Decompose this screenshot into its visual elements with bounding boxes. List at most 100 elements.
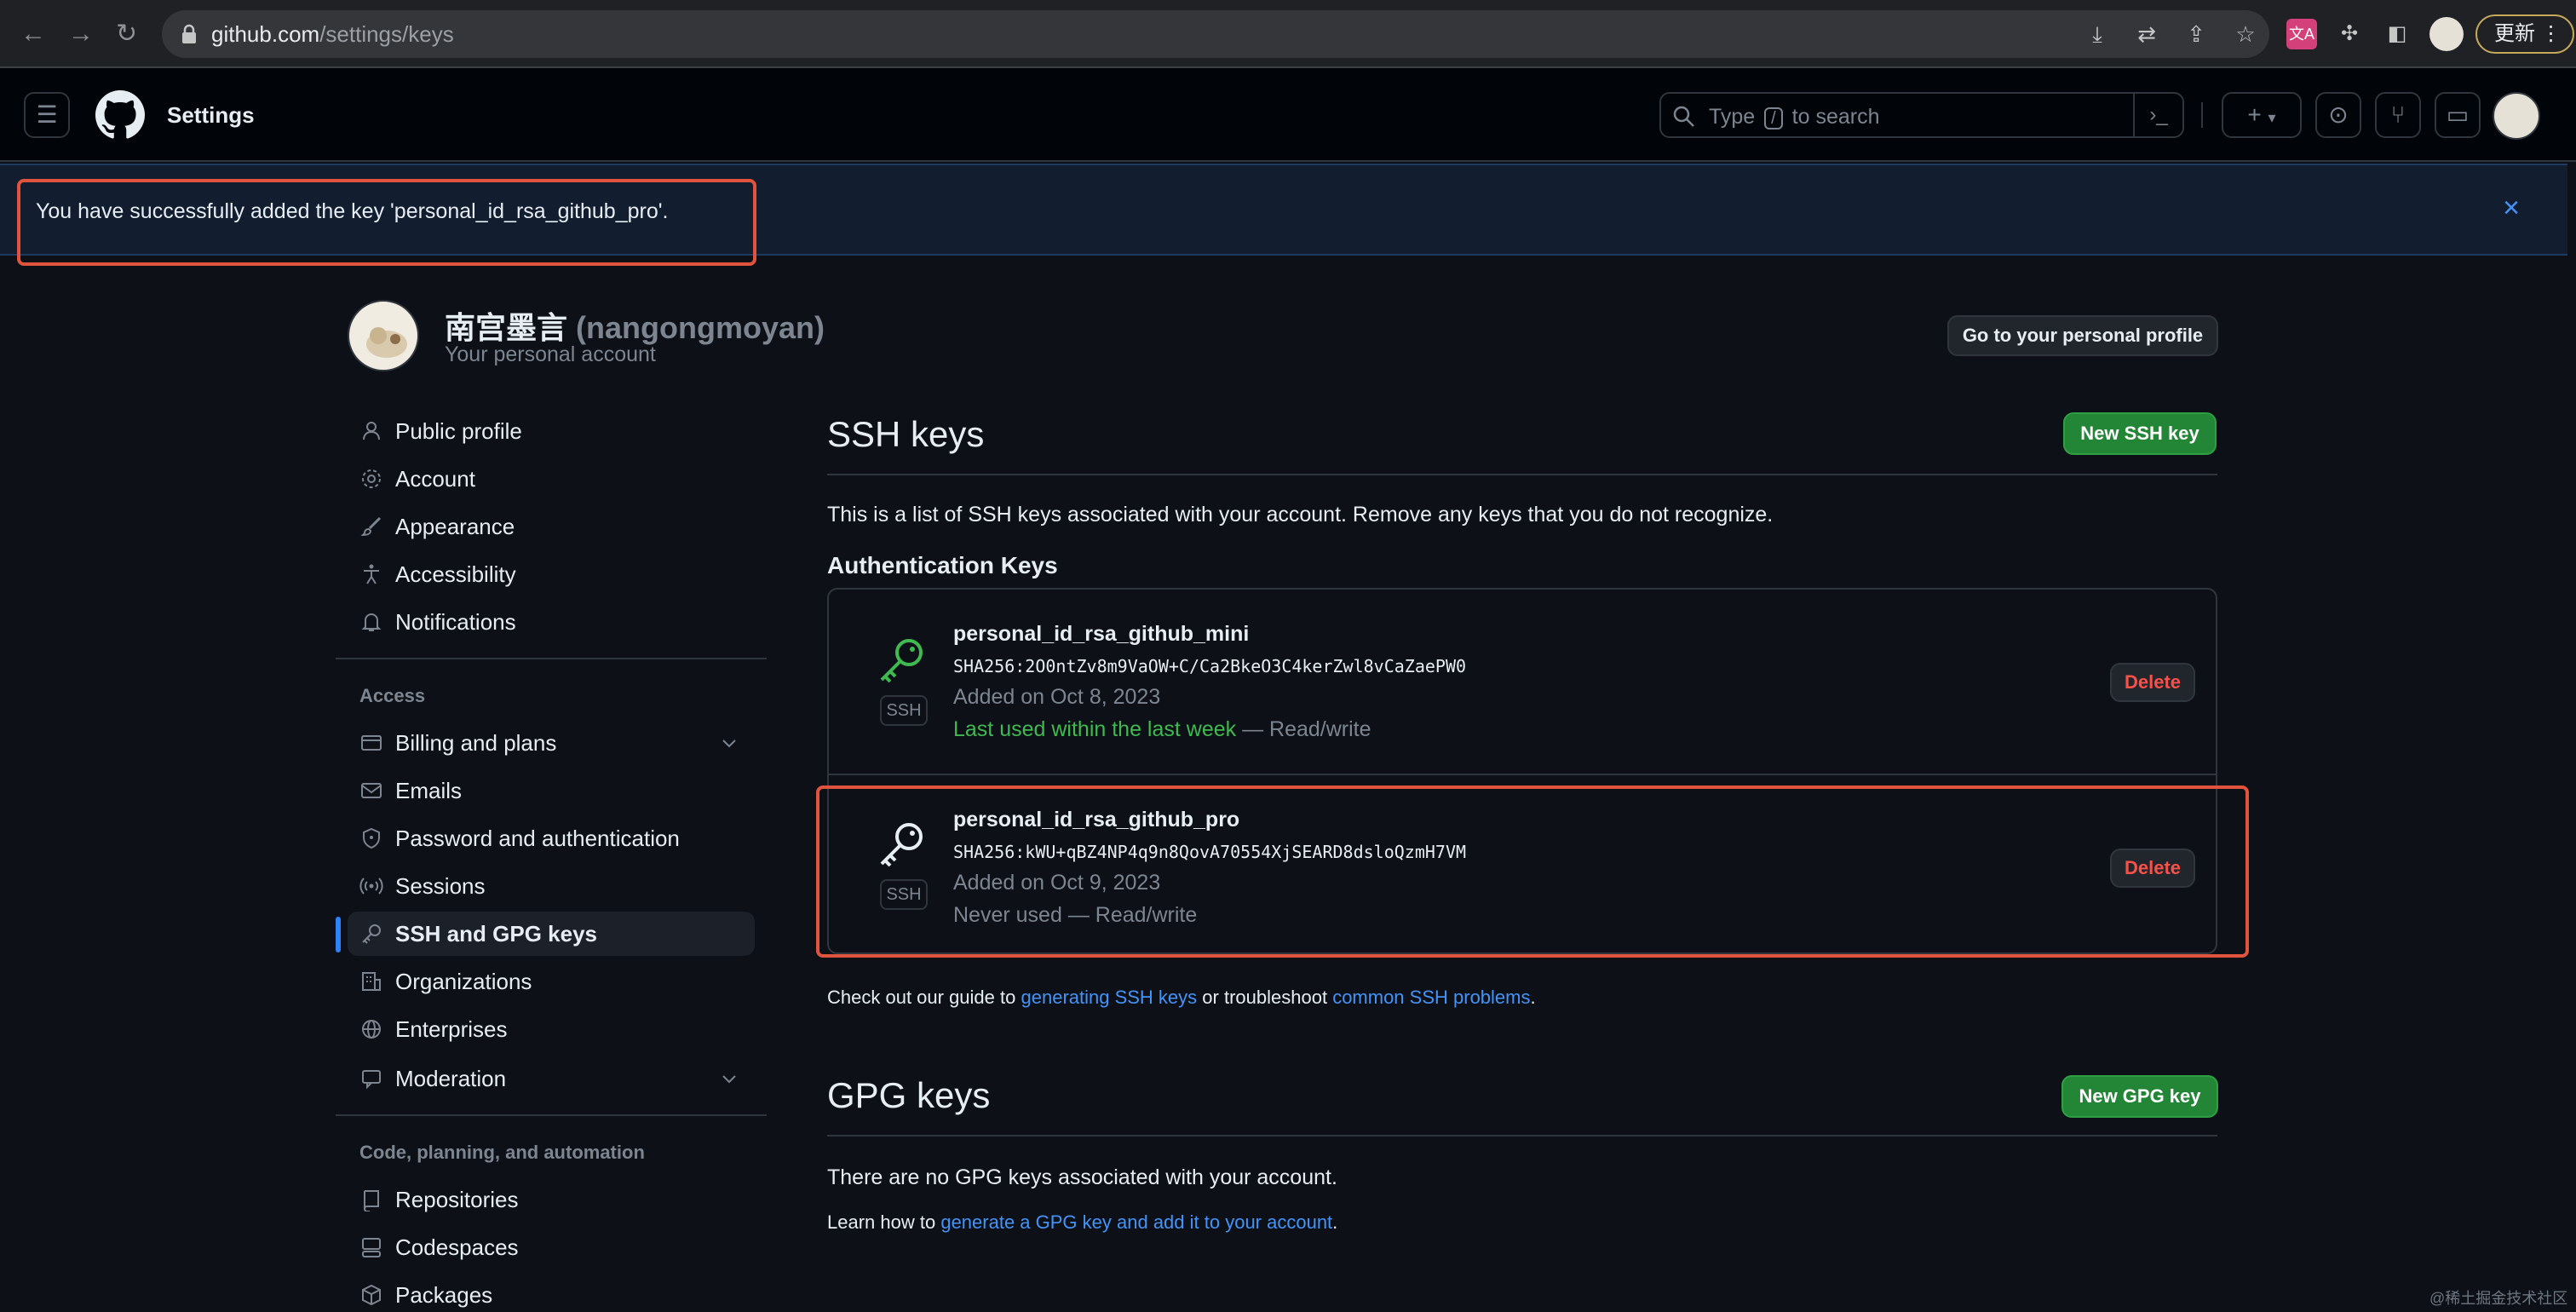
delete-ssh-key-button[interactable]: Delete: [2110, 663, 2195, 702]
username: (nangongmoyan): [576, 310, 825, 345]
ssh-keys-heading: SSH keys: [827, 414, 985, 454]
generate-gpg-key-link[interactable]: generate a GPG key and add it to your ac…: [940, 1211, 1332, 1233]
chevron-down-icon: [722, 1075, 736, 1084]
sidebar-item-moderation[interactable]: Moderation: [348, 1056, 755, 1101]
key-icon: [880, 823, 923, 867]
common-ssh-problems-link[interactable]: common SSH problems: [1332, 987, 1530, 1008]
hamburger-menu-icon[interactable]: ☰: [24, 92, 70, 138]
close-icon[interactable]: ×: [2494, 191, 2528, 225]
translate-icon[interactable]: ⇄: [2133, 20, 2160, 48]
extensions-puzzle-icon[interactable]: ✣: [2334, 19, 2365, 49]
sidebar-item-appearance[interactable]: Appearance: [348, 504, 755, 549]
search-input[interactable]: Type / to search ›_: [1659, 92, 2184, 138]
ssh-key-name: personal_id_rsa_github_pro: [953, 808, 1240, 832]
profile-avatar: [348, 300, 419, 371]
user-avatar[interactable]: [2493, 92, 2540, 140]
reload-icon[interactable]: ↻: [116, 17, 137, 51]
inbox-icon[interactable]: ▭: [2435, 92, 2481, 138]
ssh-key-fingerprint: SHA256:kWU+qBZ4NP4q9n8QovA70554XjSEARD8d…: [953, 842, 1467, 862]
gpg-keys-heading: GPG keys: [827, 1075, 991, 1115]
sidebar-item-label: Billing and plans: [395, 730, 557, 756]
sidebar-item-label: SSH and GPG keys: [395, 921, 597, 947]
delete-ssh-key-button[interactable]: Delete: [2110, 849, 2195, 888]
sidebar-item-emails[interactable]: Emails: [348, 768, 755, 813]
browser-profile-avatar[interactable]: [2429, 17, 2464, 51]
sidebar-item-accessibility[interactable]: Accessibility: [348, 552, 755, 596]
issues-icon[interactable]: ⊙: [2315, 92, 2361, 138]
sidebar-item-label: Organizations: [395, 969, 532, 994]
sidebar-item-label: Codespaces: [395, 1234, 519, 1260]
lock-icon: [182, 24, 196, 43]
ssh-key-last-used: Never used: [953, 903, 1062, 927]
back-icon[interactable]: ←: [20, 17, 46, 51]
search-placeholder-prefix: Type: [1709, 105, 1756, 129]
ssh-key-item: SSH personal_id_rsa_github_mini SHA256:2…: [829, 590, 2216, 774]
sidebar-heading-access: Access: [359, 685, 426, 706]
profile-name: 南宫墨言 (nangongmoyan): [445, 303, 825, 348]
forward-icon[interactable]: →: [68, 17, 94, 51]
display-name: 南宫墨言: [445, 310, 568, 345]
mail-icon: [361, 783, 382, 798]
sidebar-item-label: Moderation: [395, 1066, 507, 1091]
new-gpg-key-button[interactable]: New GPG key: [2061, 1075, 2218, 1118]
broadcast-icon: [359, 878, 383, 895]
install-icon[interactable]: ⤓: [2084, 20, 2111, 48]
active-indicator: [336, 917, 341, 952]
side-panel-icon[interactable]: ◧: [2382, 19, 2412, 49]
sidebar-divider: [336, 658, 767, 659]
chevron-down-icon: [722, 739, 736, 748]
ssh-section-divider: [827, 474, 2217, 475]
generating-ssh-keys-link[interactable]: generating SSH keys: [1021, 987, 1198, 1008]
sidebar-item-organizations[interactable]: Organizations: [348, 959, 755, 1004]
ssh-key-usage: Last used within the last week — Read/wr…: [953, 717, 1371, 742]
sidebar-item-ssh-gpg-keys[interactable]: SSH and GPG keys: [348, 912, 755, 956]
moderation-icon: [362, 1070, 381, 1090]
ssh-key-name: personal_id_rsa_github_mini: [953, 622, 1250, 646]
address-bar[interactable]: github.com/settings/keys ⤓ ⇄ ⇪ ☆: [162, 10, 2269, 58]
sidebar-item-repositories[interactable]: Repositories: [348, 1177, 755, 1222]
sidebar-item-account[interactable]: Account: [348, 457, 755, 501]
guide-middle: or troubleshoot: [1202, 987, 1328, 1008]
go-to-profile-button[interactable]: Go to your personal profile: [1947, 315, 2218, 356]
ssh-key-access: — Read/write: [1067, 903, 1198, 927]
ssh-key-item: SSH personal_id_rsa_github_pro SHA256:kW…: [829, 774, 2216, 958]
profile-subtitle: Your personal account: [445, 342, 656, 366]
extension-translate-icon[interactable]: 文A: [2286, 19, 2317, 49]
ssh-key-added-date: Added on Oct 9, 2023: [953, 871, 1161, 895]
repo-icon: [364, 1190, 379, 1211]
gpg-section-divider: [827, 1135, 2217, 1136]
github-logo-icon[interactable]: [95, 90, 145, 140]
package-icon: [362, 1284, 381, 1306]
create-new-button[interactable]: + ▾: [2222, 92, 2302, 138]
globe-icon: [362, 1020, 381, 1039]
url-path: /settings/keys: [319, 21, 454, 47]
plus-icon: +: [2247, 101, 2262, 128]
sidebar-item-label: Public profile: [395, 418, 522, 444]
github-header: ☰ Settings Type / to search ›_ + ▾ ⊙ ⑂ ▭: [0, 68, 2576, 162]
browser-toolbar: ← → ↻ github.com/settings/keys ⤓ ⇄ ⇪ ☆ 文…: [0, 0, 2576, 68]
bookmark-star-icon[interactable]: ☆: [2232, 20, 2259, 48]
sidebar-item-notifications[interactable]: Notifications: [348, 600, 755, 644]
pull-requests-icon[interactable]: ⑂: [2375, 92, 2421, 138]
ssh-guide-text: Check out our guide to generating SSH ke…: [827, 987, 1536, 1009]
gpg-learn-text: Learn how to generate a GPG key and add …: [827, 1211, 1337, 1234]
sidebar-item-billing[interactable]: Billing and plans: [348, 721, 755, 765]
sidebar-item-password-auth[interactable]: Password and authentication: [348, 816, 755, 860]
sidebar-item-public-profile[interactable]: Public profile: [348, 409, 755, 453]
key-icon: [362, 924, 381, 944]
new-ssh-key-button[interactable]: New SSH key: [2063, 412, 2217, 455]
sidebar-item-label: Enterprises: [395, 1016, 508, 1042]
browser-update-button[interactable]: 更新 ⋮: [2475, 14, 2574, 54]
sidebar-item-codespaces[interactable]: Codespaces: [348, 1225, 755, 1269]
learn-prefix: Learn how to: [827, 1211, 936, 1233]
sidebar-item-sessions[interactable]: Sessions: [348, 864, 755, 908]
sidebar-item-packages[interactable]: Packages: [348, 1273, 755, 1312]
command-palette-icon[interactable]: ›_: [2133, 94, 2182, 136]
guide-suffix: .: [1530, 987, 1536, 1008]
sidebar-item-enterprises[interactable]: Enterprises: [348, 1007, 755, 1051]
sidebar-item-label: Password and authentication: [395, 826, 680, 851]
learn-suffix: .: [1332, 1211, 1338, 1233]
sidebar-item-label: Accessibility: [395, 561, 516, 587]
flash-banner: You have successfully added the key 'per…: [0, 164, 2567, 256]
share-icon[interactable]: ⇪: [2182, 20, 2210, 48]
